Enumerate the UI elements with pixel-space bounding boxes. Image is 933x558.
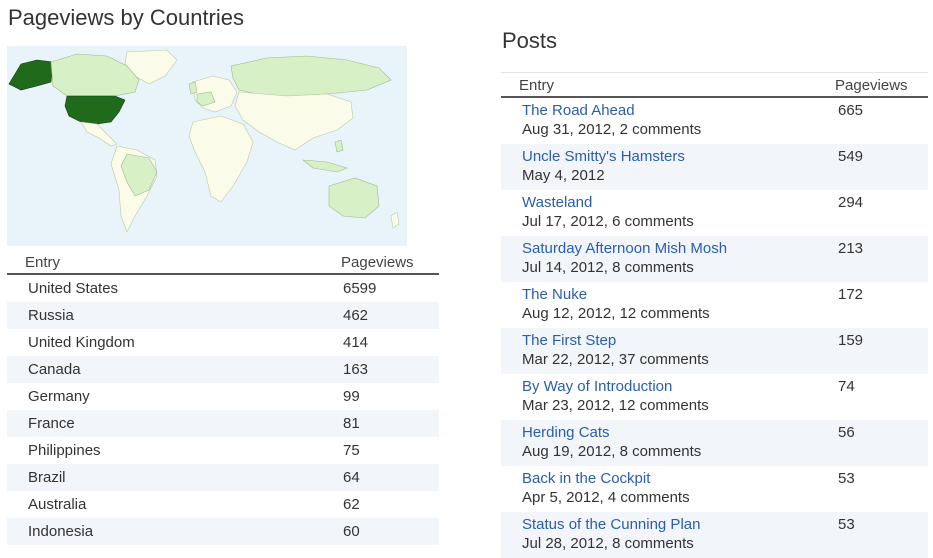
table-row: Russia 462 — [7, 302, 439, 329]
table-row: Uncle Smitty's Hamsters May 4, 2012 549 — [501, 144, 928, 190]
post-views: 56 — [838, 424, 855, 441]
table-row: Canada 163 — [7, 356, 439, 383]
table-row: Philippines 75 — [7, 437, 439, 464]
world-map[interactable] — [7, 46, 407, 246]
country-name: Brazil — [28, 469, 66, 486]
post-views: 74 — [838, 378, 855, 395]
country-name: Indonesia — [28, 523, 94, 540]
table-row: France 81 — [7, 410, 439, 437]
country-name: United States — [28, 280, 119, 297]
post-title-link[interactable]: Status of the Cunning Plan — [522, 516, 838, 534]
post-meta: Aug 12, 2012, 12 comments — [522, 305, 710, 322]
post-meta: Mar 23, 2012, 12 comments — [522, 397, 709, 414]
post-views: 172 — [838, 286, 864, 303]
posts-title: Posts — [502, 28, 558, 53]
post-title-link[interactable]: Back in the Cockpit — [522, 470, 838, 488]
post-title-link[interactable]: Herding Cats — [522, 424, 838, 442]
country-name: Russia — [28, 307, 74, 324]
world-map-svg — [7, 46, 407, 246]
country-views: 75 — [343, 442, 360, 459]
table-row: The Road Ahead Aug 31, 2012, 2 comments 66… — [501, 98, 928, 144]
country-views: 163 — [343, 361, 369, 378]
post-meta: Jul 28, 2012, 8 comments — [522, 535, 694, 552]
table-row: Australia 62 — [7, 491, 439, 518]
post-title-link[interactable]: Uncle Smitty's Hamsters — [522, 148, 838, 166]
country-name: United Kingdom — [28, 334, 135, 351]
post-views: 53 — [838, 470, 855, 487]
table-row: Indonesia 60 — [7, 518, 439, 545]
country-name: France — [28, 415, 75, 432]
table-row: Germany 99 — [7, 383, 439, 410]
table-row: Saturday Afternoon Mish Mosh Jul 14, 2012… — [501, 236, 928, 282]
post-title-link[interactable]: The First Step — [522, 332, 838, 350]
table-row: Status of the Cunning Plan Jul 28, 2012, … — [501, 512, 928, 558]
post-views: 549 — [838, 148, 864, 165]
post-meta: Jul 17, 2012, 6 comments — [522, 213, 694, 230]
country-name: Germany — [28, 388, 90, 405]
table-row: Wasteland Jul 17, 2012, 6 comments 294 — [501, 190, 928, 236]
post-views: 294 — [838, 194, 864, 211]
country-views: 60 — [343, 523, 360, 540]
table-row: Brazil 64 — [7, 464, 439, 491]
post-meta: Jul 14, 2012, 8 comments — [522, 259, 694, 276]
post-meta: Aug 31, 2012, 2 comments — [522, 121, 702, 138]
table-row: Herding Cats Aug 19, 2012, 8 comments 56 — [501, 420, 928, 466]
post-title-link[interactable]: By Way of Introduction — [522, 378, 838, 396]
table-row: The Nuke Aug 12, 2012, 12 comments 172 — [501, 282, 928, 328]
col-entry[interactable]: Entry — [501, 77, 835, 94]
post-views: 665 — [838, 102, 864, 119]
post-views: 53 — [838, 516, 855, 533]
post-views: 213 — [838, 240, 864, 257]
col-pageviews[interactable]: Pageviews — [835, 77, 908, 94]
col-pageviews[interactable]: Pageviews — [341, 254, 414, 271]
table-row: United Kingdom 414 — [7, 329, 439, 356]
country-views: 462 — [343, 307, 369, 324]
countries-table-header: Entry Pageviews — [7, 253, 439, 275]
post-meta: Mar 22, 2012, 37 comments — [522, 351, 709, 368]
table-row: Back in the Cockpit Apr 5, 2012, 4 commen… — [501, 466, 928, 512]
table-row: The First Step Mar 22, 2012, 37 comments 1… — [501, 328, 928, 374]
post-title-link[interactable]: Wasteland — [522, 194, 838, 212]
col-entry[interactable]: Entry — [7, 254, 341, 271]
country-views: 62 — [343, 496, 360, 513]
post-meta: Apr 5, 2012, 4 comments — [522, 489, 690, 506]
post-title-link[interactable]: Saturday Afternoon Mish Mosh — [522, 240, 838, 258]
country-views: 64 — [343, 469, 360, 486]
countries-table: Entry Pageviews United States 6599 Russia… — [7, 253, 439, 545]
post-title-link[interactable]: The Road Ahead — [522, 102, 838, 120]
post-views: 159 — [838, 332, 864, 349]
country-views: 99 — [343, 388, 360, 405]
post-meta: Aug 19, 2012, 8 comments — [522, 443, 702, 460]
country-views: 6599 — [343, 280, 377, 297]
posts-table-header: Entry Pageviews — [501, 73, 928, 98]
country-name: Philippines — [28, 442, 101, 459]
post-title-link[interactable]: The Nuke — [522, 286, 838, 304]
country-views: 414 — [343, 334, 369, 351]
table-row: United States 6599 — [7, 275, 439, 302]
posts-table: Entry Pageviews The Road Ahead Aug 31, 20… — [501, 72, 928, 558]
country-views: 81 — [343, 415, 360, 432]
country-name: Australia — [28, 496, 87, 513]
countries-title: Pageviews by Countries — [8, 5, 245, 30]
post-meta: May 4, 2012 — [522, 167, 605, 184]
country-name: Canada — [28, 361, 81, 378]
table-row: By Way of Introduction Mar 23, 2012, 12 c… — [501, 374, 928, 420]
